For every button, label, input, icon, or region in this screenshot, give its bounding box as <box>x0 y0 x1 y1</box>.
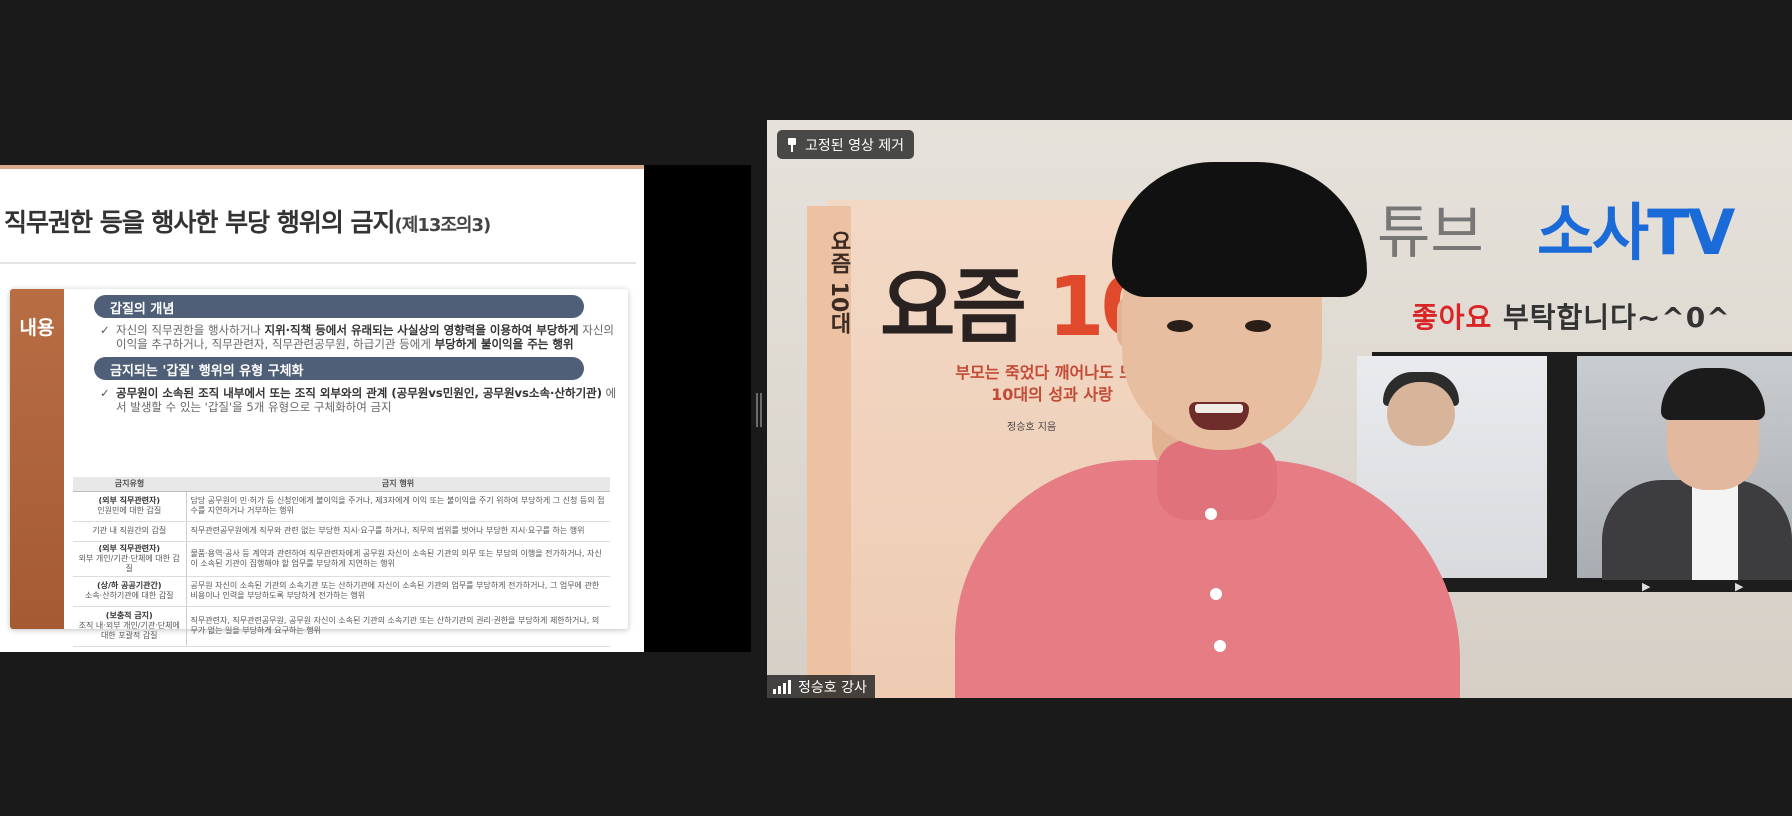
card-side-tab: 내용 <box>10 289 64 629</box>
photo-right-shirt <box>1692 482 1738 580</box>
concept-text-d: 부당하게 불이익을 주는 행위 <box>434 337 574 351</box>
check-icon: ✓ <box>100 323 110 337</box>
prohibited-acts-table: 금지유형 금지 행위 (외부 직무관련자) 인원민에 대한 갑질 담당 공무원이 … <box>73 477 610 647</box>
shirt-button <box>1210 588 1222 600</box>
types-bullet: ✓ 공무원이 소속된 조직 내부에서 또는 조직 외부와의 관계 (공무원vs민… <box>100 386 620 414</box>
row-type-sub: 외부 개인/기관·단체에 대한 갑질 <box>78 553 180 573</box>
participant-name: 정승호 강사 <box>798 679 867 696</box>
shirt-button <box>1214 640 1226 652</box>
row-type-sub: 조직 내·외부 개인/기관·단체에 대한 포괄적 갑질 <box>78 621 180 640</box>
slide-title-main: 직무권한 등을 행사한 부당 행위의 금지 <box>4 208 396 237</box>
speaker-collar <box>1157 440 1277 520</box>
section-heading-types: 금지되는 '갑질' 행위의 유형 구체화 <box>94 357 584 380</box>
presentation-slide: 직무권한 등을 행사한 부당 행위의 금지(제13조의3) 내용 갑질의 개념 … <box>0 165 644 652</box>
concept-text-a: 자신의 직무권한을 행사하거나 <box>116 323 265 337</box>
row-type-bold: (보충적 금지) <box>105 611 153 620</box>
speaker-eye <box>1167 320 1193 332</box>
pin-icon <box>785 137 799 152</box>
table-row: (상/하 공공기관간) 소속·산하기관에 대한 갑질 공무원 자신이 소속된 기관… <box>73 576 610 607</box>
table-row: (외부 직무관련자) 인원민에 대한 갑질 담당 공무원이 민·허가 등 신청인에… <box>73 491 610 522</box>
photo-left-face <box>1387 382 1455 446</box>
unpin-label: 고정된 영상 제거 <box>805 137 905 154</box>
row-type-bold: (상/하 공공기관간) <box>96 581 162 590</box>
table-header-type: 금지유형 <box>73 477 186 492</box>
banner-channel-name: 소사TV <box>1537 196 1735 269</box>
row-desc: 공무원 자신이 소속된 기관의 소속기관 또는 산하기관에 자신이 소속된 기관… <box>186 576 610 607</box>
banner-like-rest: 부탁합니다~^0^ <box>1492 301 1731 334</box>
signal-strength-icon <box>773 679 791 694</box>
row-desc: 물품·용역·공사 등 계약과 관련하여 직무관련자에게 공무원 자신이 소속된 … <box>186 541 610 577</box>
row-type-sub: 인원민에 대한 갑질 <box>97 506 162 515</box>
banner-like-request: 좋아요 부탁합니다~^0^ <box>1412 296 1731 336</box>
book-author: 정승호 지음 <box>1007 422 1057 433</box>
types-text-a: 공무원이 소속된 조직 내부에서 또는 조직 외부와의 관계 (공무원vs민원인… <box>116 386 603 400</box>
slide-title: 직무권한 등을 행사한 부당 행위의 금지(제13조의3) <box>4 203 492 239</box>
play-icon: ▶ <box>1642 580 1651 593</box>
unpin-video-button[interactable]: 고정된 영상 제거 <box>777 130 915 159</box>
section-heading-concept: 갑질의 개념 <box>94 295 584 318</box>
row-desc: 직무관련자, 직무관련공무원, 공무원 자신이 소속된 기관의 소속기관 또는 … <box>186 606 610 647</box>
slide-top-bar <box>0 165 644 169</box>
row-desc: 담당 공무원이 민·허가 등 신청인에게 불이익을 주거나, 제3자에게 이익 … <box>186 491 610 522</box>
speaker-teeth <box>1195 404 1243 413</box>
shirt-button <box>1205 508 1217 520</box>
concept-text-b: 지위·직책 등에서 유래되는 사실상의 영향력을 이용하여 부당하게 <box>264 323 579 337</box>
meeting-stage: 직무권한 등을 행사한 부당 행위의 금지(제13조의3) 내용 갑질의 개념 … <box>0 0 1792 816</box>
row-type-bold: (외부 직무관련자) <box>98 543 161 553</box>
title-divider <box>0 262 636 264</box>
book-spine-title: 요즘 10대 <box>826 230 851 335</box>
table-row: 기관 내 직원간의 갑질 직무관련공무원에게 직무와 관련 없는 부당한 지시·… <box>73 521 610 542</box>
side-label: 내용 <box>19 317 55 339</box>
table-row: (외부 직무관련자) 외부 개인/기관·단체에 대한 갑질 물품·용역·공사 등 … <box>73 541 610 577</box>
banner-youtube-text: 튜브 <box>1377 198 1484 266</box>
check-icon: ✓ <box>100 386 110 400</box>
speaker-eye <box>1245 320 1271 332</box>
pinned-video-tile[interactable]: 튜브 소사TV 좋아요 부탁합니다~^0^ ▶ ▶ 요즘 10대 요즘 10대 … <box>767 120 1792 698</box>
row-type-sub: 소속·산하기관에 대한 갑질 <box>84 591 174 600</box>
book-title-a: 요즘 <box>880 260 1048 355</box>
table-header-act: 금지 행위 <box>186 477 610 492</box>
play-icon: ▶ <box>1735 580 1744 593</box>
split-resize-handle[interactable] <box>756 393 762 427</box>
row-type-bold: (외부 직무관련자) <box>98 496 161 505</box>
row-type-sub: 기관 내 직원간의 갑질 <box>92 526 167 535</box>
concept-bullet: ✓ 자신의 직무권한을 행사하거나 지위·직책 등에서 유래되는 사실상의 영향… <box>100 323 620 351</box>
row-desc: 직무관련공무원에게 직무와 관련 없는 부당한 지시·요구를 하거나, 직무의 … <box>186 521 610 542</box>
slide-title-article: (제13조의3) <box>394 215 492 236</box>
table-row: (보충적 금지) 조직 내·외부 개인/기관·단체에 대한 포괄적 갑질 직무관련… <box>73 606 610 647</box>
banner-like-red: 좋아요 <box>1412 301 1493 334</box>
participant-name-tag: 정승호 강사 <box>767 675 875 698</box>
shared-screen[interactable]: 직무권한 등을 행사한 부당 행위의 금지(제13조의3) 내용 갑질의 개념 … <box>0 165 751 652</box>
